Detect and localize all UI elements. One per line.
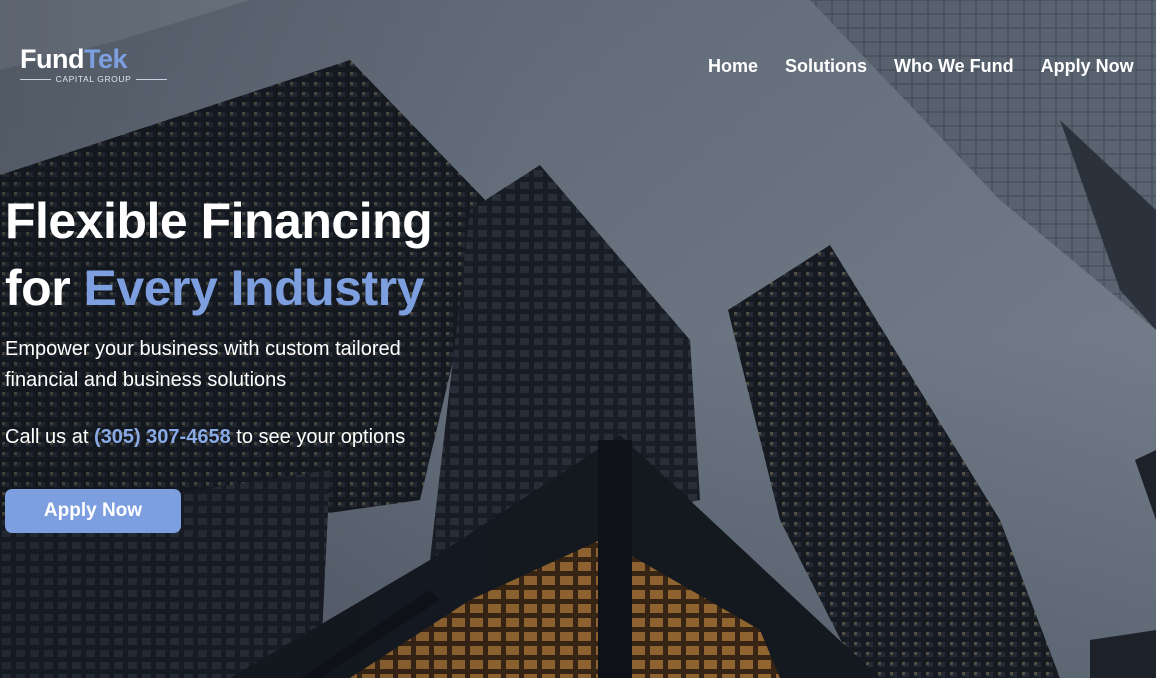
main-nav: Home Solutions Who We Fund Apply Now bbox=[708, 55, 1134, 77]
call-prefix: Call us at bbox=[5, 426, 94, 448]
logo-tagline-row: CAPITAL GROUP bbox=[20, 74, 167, 84]
nav-who-we-fund[interactable]: Who We Fund bbox=[894, 55, 1014, 77]
headline-line-2-prefix: for bbox=[5, 260, 84, 316]
apply-now-button[interactable]: Apply Now bbox=[5, 489, 181, 533]
nav-solutions[interactable]: Solutions bbox=[785, 55, 867, 77]
brand-logo[interactable]: FundTek CAPITAL GROUP bbox=[20, 44, 170, 84]
nav-home[interactable]: Home bbox=[708, 55, 758, 77]
logo-tek-text: Tek bbox=[83, 44, 128, 74]
hero-headline: Flexible Financing for Every Industry bbox=[5, 188, 485, 322]
call-suffix: to see your options bbox=[230, 426, 406, 448]
logo-fund-text: Fund bbox=[20, 44, 84, 74]
logo-divider-left bbox=[20, 78, 51, 80]
nav-overflow-item[interactable] bbox=[1152, 55, 1156, 77]
logo-wordmark: FundTek bbox=[20, 44, 128, 74]
phone-link[interactable]: (305) 307-4658 bbox=[94, 426, 231, 448]
headline-line-1: Flexible Financing bbox=[5, 193, 433, 249]
headline-line-2-accent: Every Industry bbox=[83, 260, 425, 316]
logo-tagline: CAPITAL GROUP bbox=[55, 74, 132, 84]
hero-call-line: Call us at (305) 307-4658 to see your op… bbox=[5, 423, 485, 451]
hero-subheading: Empower your business with custom tailor… bbox=[5, 338, 401, 391]
nav-apply-now[interactable]: Apply Now bbox=[1041, 55, 1134, 77]
logo-divider-right bbox=[136, 78, 167, 80]
